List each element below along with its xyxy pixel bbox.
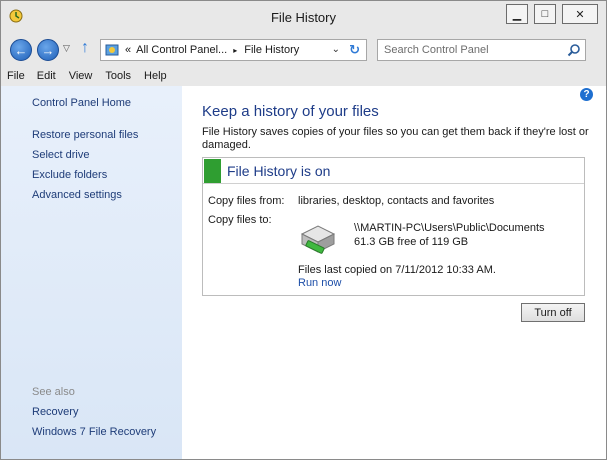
- breadcrumb-file-history[interactable]: File History: [244, 44, 299, 56]
- main-panel: ? Keep a history of your files File Hist…: [182, 86, 606, 459]
- menu-help[interactable]: Help: [144, 70, 167, 82]
- page-description: File History saves copies of your files …: [202, 126, 589, 151]
- title-bar: File History ▁ □ ✕: [1, 1, 606, 32]
- last-copied-text: Files last copied on 7/11/2012 10:33 AM.: [298, 264, 496, 276]
- status-indicator: [204, 159, 221, 183]
- search-input[interactable]: [377, 39, 586, 61]
- help-icon[interactable]: ?: [580, 88, 593, 101]
- status-text: File History is on: [227, 163, 331, 179]
- copy-from-label: Copy files from:: [208, 195, 285, 207]
- run-now-link[interactable]: Run now: [298, 277, 341, 289]
- drive-path: \\MARTIN-PC\Users\Public\Documents: [354, 222, 545, 234]
- navigation-bar: ← → ▽ ↑ « All Control Panel... ▸ File Hi…: [1, 33, 606, 65]
- menu-tools[interactable]: Tools: [105, 70, 131, 82]
- back-button[interactable]: ←: [10, 39, 32, 61]
- menu-file[interactable]: File: [7, 70, 25, 82]
- breadcrumb-separator-icon[interactable]: ▸: [233, 46, 237, 55]
- copy-from-value: libraries, desktop, contacts and favorit…: [298, 195, 495, 207]
- sidebar-advanced-settings[interactable]: Advanced settings: [32, 189, 122, 201]
- sidebar-control-panel-home[interactable]: Control Panel Home: [32, 97, 131, 109]
- recent-locations-button[interactable]: ▽: [63, 43, 70, 54]
- minimize-button[interactable]: ▁: [506, 4, 528, 24]
- page-title: Keep a history of your files: [202, 103, 379, 120]
- turn-off-button[interactable]: Turn off: [521, 303, 585, 322]
- close-button[interactable]: ✕: [562, 4, 598, 24]
- search-icon[interactable]: [567, 43, 581, 57]
- menu-bar: File Edit View Tools Help: [1, 66, 606, 85]
- content-area: Control Panel Home Restore personal file…: [1, 86, 606, 459]
- sidebar-recovery[interactable]: Recovery: [32, 406, 78, 418]
- address-dropdown-icon[interactable]: ⌄: [332, 44, 340, 55]
- refresh-icon[interactable]: ↻: [349, 42, 360, 58]
- status-header: File History is on: [203, 158, 584, 184]
- menu-view[interactable]: View: [69, 70, 93, 82]
- up-button[interactable]: ↑: [81, 39, 97, 59]
- address-bar[interactable]: « All Control Panel... ▸ File History ⌄ …: [100, 39, 367, 61]
- file-history-window: File History ▁ □ ✕ ← → ▽ ↑ « All Control…: [0, 0, 607, 460]
- menu-edit[interactable]: Edit: [37, 70, 56, 82]
- breadcrumb-all-control-panel[interactable]: All Control Panel...: [136, 44, 227, 56]
- drive-free-space: 61.3 GB free of 119 GB: [354, 236, 469, 248]
- external-drive-icon: [300, 225, 336, 254]
- forward-button[interactable]: →: [37, 39, 59, 61]
- status-panel: File History is on Copy files from: libr…: [202, 157, 585, 296]
- sidebar-exclude-folders[interactable]: Exclude folders: [32, 169, 107, 181]
- see-also-heading: See also: [32, 386, 75, 398]
- sidebar-windows-7-file-recovery[interactable]: Windows 7 File Recovery: [32, 426, 156, 438]
- copy-to-label: Copy files to:: [208, 214, 272, 226]
- sidebar-restore-personal-files[interactable]: Restore personal files: [32, 129, 138, 141]
- breadcrumb-prefix: «: [125, 44, 132, 56]
- control-panel-icon: [105, 44, 119, 56]
- sidebar-select-drive[interactable]: Select drive: [32, 149, 89, 161]
- sidebar: Control Panel Home Restore personal file…: [1, 86, 182, 459]
- maximize-button[interactable]: □: [534, 4, 556, 24]
